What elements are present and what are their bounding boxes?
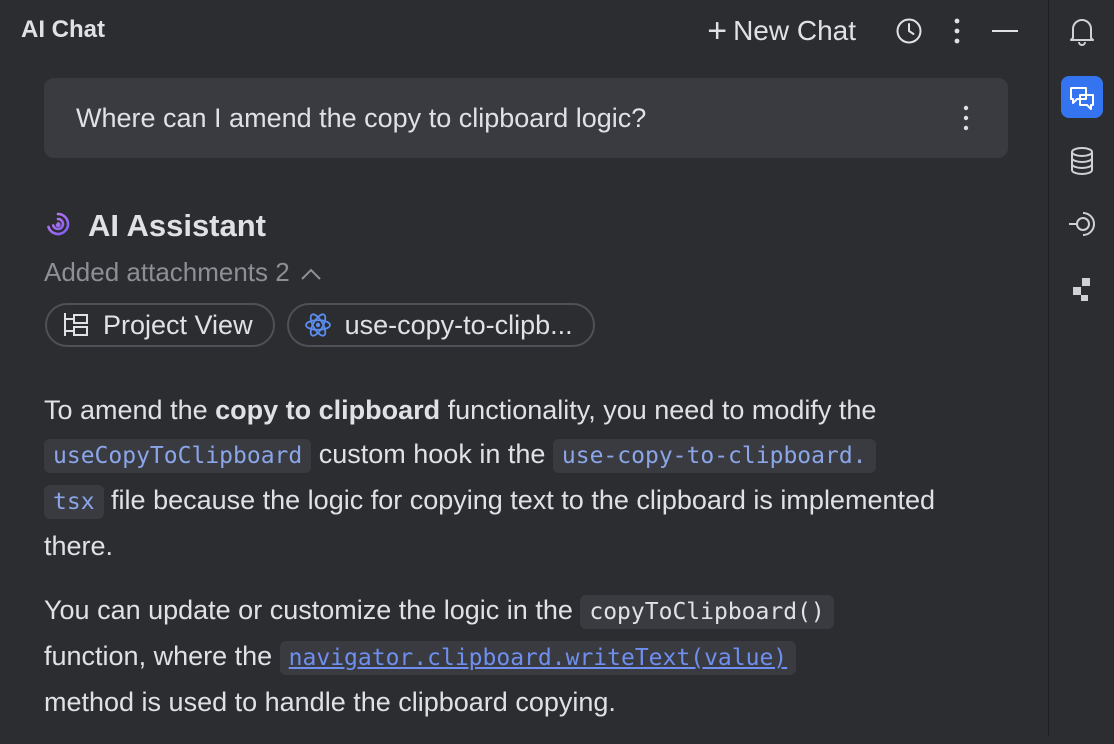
assistant-answer: To amend the copy to clipboard functiona… (44, 388, 1004, 744)
answer-bold-text: copy to clipboard (215, 395, 441, 425)
attachment-chip-project-view[interactable]: Project View (45, 303, 275, 347)
history-clock-icon[interactable] (892, 14, 926, 48)
new-chat-label: New Chat (733, 15, 856, 46)
new-chat-button[interactable]: + New Chat (707, 14, 856, 48)
answer-text: file because the logic for copying text … (44, 485, 936, 561)
answer-text: custom hook in the (311, 439, 553, 469)
plus-icon: + (707, 12, 728, 50)
inline-code-hook: useCopyToClipboard (44, 439, 312, 473)
minimize-icon[interactable] (988, 14, 1022, 48)
ai-assistant-spiral-icon (44, 210, 72, 243)
bell-icon[interactable] (1061, 10, 1103, 52)
react-icon (303, 310, 333, 340)
attachment-chips: Project View use-copy-to-clipb... (45, 303, 607, 347)
answer-paragraph-1: To amend the copy to clipboard functiona… (44, 388, 1004, 568)
project-view-icon (61, 310, 91, 340)
inline-code-link[interactable]: navigator.clipboard.writeText(value) (279, 641, 797, 675)
panel-title: AI Chat (21, 16, 105, 43)
user-message-bubble: Where can I amend the copy to clipboard … (44, 78, 1008, 158)
vcs-commit-icon[interactable] (1061, 203, 1103, 245)
inline-code-extension: tsx (44, 485, 104, 519)
plugin-icon[interactable] (1061, 268, 1103, 310)
message-more-options-icon[interactable] (956, 102, 976, 134)
chevron-up-icon (300, 257, 322, 288)
right-tool-window-bar (1048, 0, 1114, 736)
database-icon[interactable] (1061, 140, 1103, 182)
attachment-chip-label: use-copy-to-clipb... (344, 309, 573, 340)
inline-code-filename: use-copy-to-clipboard. (552, 439, 876, 473)
answer-text: You can update or customize the logic in… (44, 595, 581, 625)
inline-code-function: copyToClipboard() (580, 595, 834, 629)
assistant-name: AI Assistant (88, 208, 267, 243)
answer-text: function, where the (44, 641, 280, 671)
more-options-icon[interactable] (940, 14, 974, 48)
attachment-chip-file[interactable]: use-copy-to-clipb... (286, 303, 595, 347)
user-message-text: Where can I amend the copy to clipboard … (76, 102, 647, 133)
answer-paragraph-2: You can update or customize the logic in… (44, 588, 1004, 724)
answer-text: To amend the (44, 395, 216, 425)
ai-chat-panel: AI Chat + New Chat Where can I amend the… (0, 0, 1048, 736)
answer-text: method is used to handle the clipboard c… (44, 687, 616, 717)
assistant-header: AI Assistant (44, 208, 266, 244)
answer-text: functionality, you need to modify the (440, 395, 877, 425)
attachment-chip-label: Project View (103, 309, 253, 340)
ai-chat-icon[interactable] (1061, 76, 1103, 118)
attachments-toggle[interactable]: Added attachments 2 (44, 257, 322, 288)
attachments-label: Added attachments 2 (44, 257, 290, 287)
header-actions: + New Chat (707, 10, 1022, 52)
